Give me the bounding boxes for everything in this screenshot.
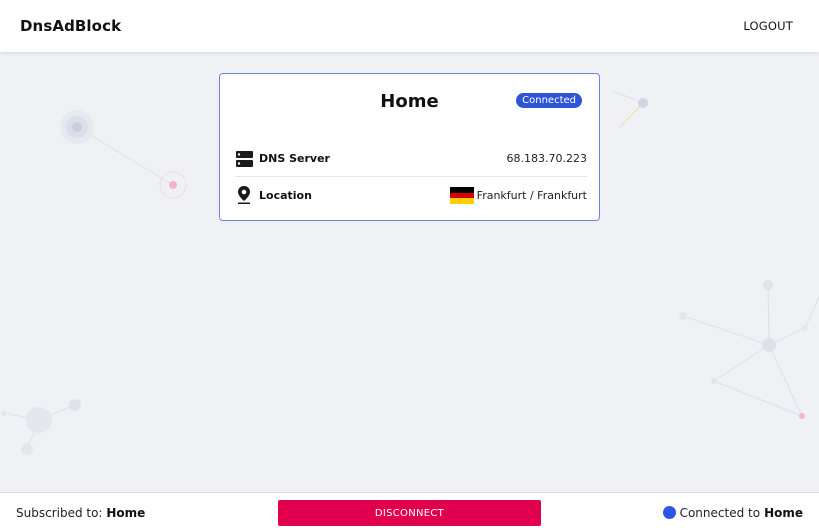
subscribed-prefix: Subscribed to: bbox=[16, 505, 103, 520]
dns-server-value: 68.183.70.223 bbox=[506, 152, 587, 165]
location-row: Location Frankfurt / Frankfurt bbox=[235, 177, 587, 213]
server-icon bbox=[235, 150, 253, 168]
location-label: Location bbox=[259, 188, 312, 202]
brand-logo[interactable]: DnsAdBlock bbox=[20, 17, 121, 35]
disconnect-button[interactable]: DISCONNECT bbox=[278, 500, 541, 526]
location-pin-icon bbox=[235, 186, 253, 204]
profile-card: Home Connected DNS Server 68.183.70.223 bbox=[219, 73, 600, 221]
dns-server-label: DNS Server bbox=[259, 152, 330, 165]
dns-server-row: DNS Server 68.183.70.223 bbox=[235, 141, 587, 177]
status-badge: Connected bbox=[516, 93, 582, 108]
location-value: Frankfurt / Frankfurt bbox=[476, 188, 587, 202]
germany-flag-icon bbox=[449, 186, 474, 204]
top-navbar: DnsAdBlock LOGOUT bbox=[0, 0, 819, 52]
subscribed-name: Home bbox=[106, 505, 146, 520]
status-prefix: Connected to bbox=[679, 505, 761, 520]
footer-bar: Subscribed to: Home DISCONNECT Connected… bbox=[0, 492, 819, 532]
logout-button[interactable]: LOGOUT bbox=[743, 19, 793, 33]
location-value-wrap: Frankfurt / Frankfurt bbox=[449, 186, 587, 204]
connection-status: Connected to Home bbox=[662, 505, 803, 520]
subscription-info: Subscribed to: Home bbox=[16, 506, 145, 520]
status-name: Home bbox=[764, 505, 803, 520]
status-dot-icon bbox=[662, 506, 676, 519]
